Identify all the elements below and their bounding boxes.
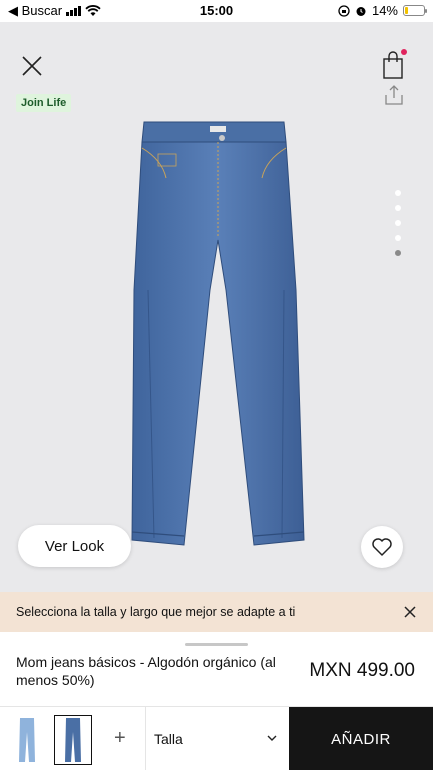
close-icon[interactable] — [20, 54, 44, 78]
color-thumbnail-light[interactable] — [8, 715, 46, 765]
status-bar: ◀ Buscar 15:00 14% — [0, 0, 433, 22]
gallery-dot[interactable] — [395, 190, 401, 196]
size-selector[interactable]: Talla — [146, 707, 289, 770]
product-price: MXN 499.00 — [309, 660, 415, 681]
heart-icon — [372, 538, 392, 556]
battery-level — [405, 7, 408, 14]
close-banner-icon[interactable] — [403, 605, 417, 619]
gallery-pagination — [395, 190, 401, 256]
size-advice-text: Selecciona la talla y largo que mejor se… — [16, 605, 296, 619]
gallery-dot[interactable] — [395, 205, 401, 211]
chevron-down-icon — [267, 735, 277, 741]
gallery-dot-active[interactable] — [395, 250, 401, 256]
product-name: Mom jeans básicos - Algodón orgánico (al… — [16, 654, 276, 688]
share-icon[interactable] — [383, 84, 405, 106]
view-look-button[interactable]: Ver Look — [18, 525, 131, 567]
favorite-button[interactable] — [361, 526, 403, 568]
lock-rotation-icon — [338, 4, 350, 17]
purchase-bar: + Talla AÑADIR — [0, 706, 433, 770]
alarm-icon — [356, 6, 366, 16]
jeans-thumbnail-image — [19, 718, 35, 762]
size-selector-label: Talla — [154, 731, 183, 747]
battery-icon — [403, 5, 427, 16]
add-to-cart-button[interactable]: AÑADIR — [289, 707, 433, 770]
bag-notification-dot — [401, 49, 407, 55]
shopping-bag-button[interactable] — [381, 49, 407, 80]
size-advice-banner: Selecciona la talla y largo que mejor se… — [0, 592, 433, 632]
product-gallery[interactable]: Join Life Ver Look — [0, 22, 433, 592]
more-colors-button[interactable]: + — [114, 727, 126, 750]
jeans-thumbnail-image — [65, 718, 81, 762]
status-right: 14% — [338, 3, 427, 18]
battery-percent: 14% — [371, 3, 398, 18]
product-image-jeans — [131, 121, 305, 546]
color-thumbnail-selected[interactable] — [54, 715, 92, 765]
sheet-grabber[interactable] — [185, 643, 248, 646]
join-life-badge: Join Life — [16, 94, 72, 112]
gallery-dot[interactable] — [395, 235, 401, 241]
gallery-dot[interactable] — [395, 220, 401, 226]
